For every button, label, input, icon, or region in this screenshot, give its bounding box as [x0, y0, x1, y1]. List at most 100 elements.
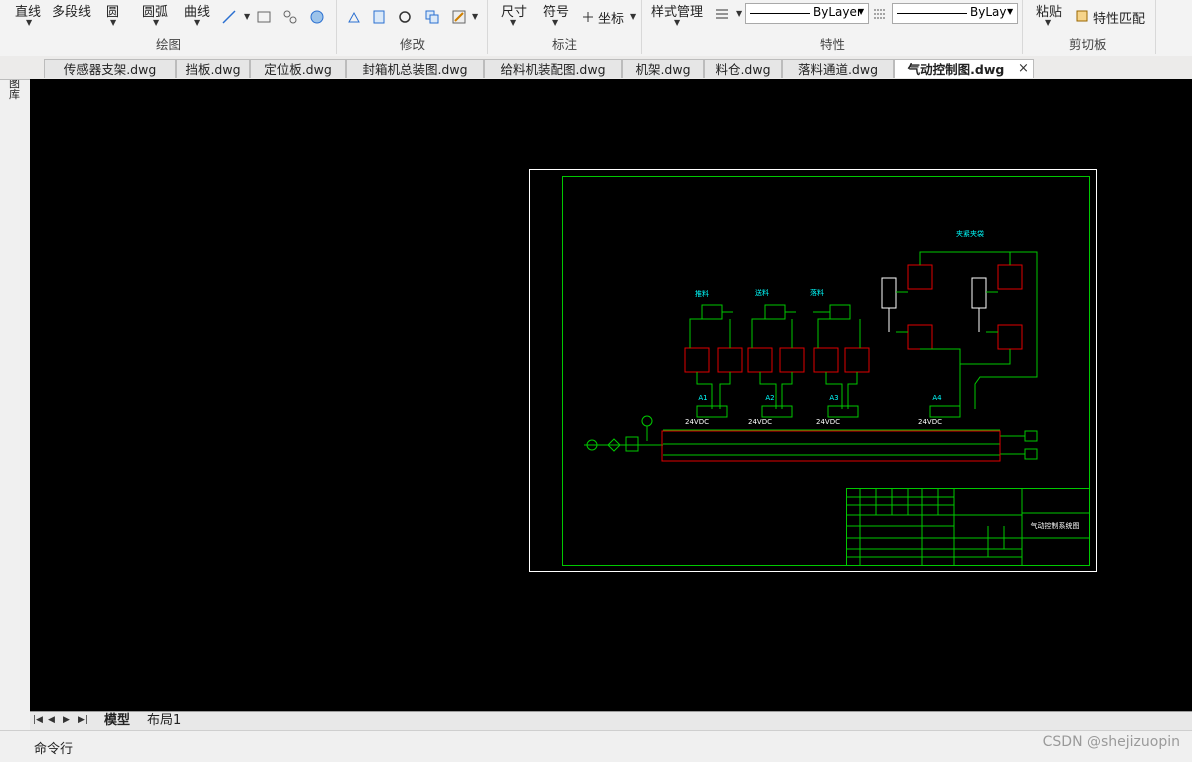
cylinder — [829, 304, 851, 320]
draw-group-label: 绘图 — [156, 37, 182, 52]
linetype-select[interactable]: ByLayer ▼ — [745, 3, 869, 24]
flow-valve — [907, 264, 933, 290]
clipboard-group-label: 剪切板 — [1069, 37, 1107, 52]
flow-valve — [997, 264, 1023, 290]
stretch-icon[interactable] — [347, 10, 361, 24]
tab-baffle[interactable]: 挡板.dwg — [176, 59, 250, 78]
symbol-caret[interactable]: ▼ — [552, 18, 558, 27]
properties-group-label: 特性 — [820, 37, 846, 52]
drawing-canvas[interactable]: 推料 送料 落料 夹紧夹袋 A1 24VDC A2 24VDC A3 24VDC… — [30, 79, 1192, 712]
copy-icon[interactable] — [425, 10, 439, 24]
match-properties-icon — [1076, 10, 1088, 22]
command-line-label: 命令行 — [34, 742, 74, 757]
annotate-group-label: 标注 — [552, 37, 578, 52]
line-dropdown-caret[interactable]: ▼ — [26, 18, 32, 27]
valve-voltage-a4: 24VDC — [918, 418, 942, 426]
cylinder — [701, 304, 723, 320]
valve-voltage-a1: 24VDC — [685, 418, 709, 426]
tab-feeder-assembly[interactable]: 给料机装配图.dwg — [484, 59, 622, 78]
lineweight-icon[interactable] — [715, 6, 729, 20]
valve-label-a1: A1 — [698, 394, 707, 402]
solenoid-valve-group — [696, 405, 961, 418]
flow-valve-group — [684, 264, 1023, 373]
flow-valve — [907, 324, 933, 350]
modify-group-label: 修改 — [400, 37, 426, 52]
group-divider — [641, 0, 642, 54]
tab-chute[interactable]: 落料通道.dwg — [782, 59, 894, 78]
ribbon-toolbar: 直线 ▼ 多段线 圆 ▼ 圆弧 ▼ 曲线 ▼ ▼ 绘图 ▼ 修改 尺寸 ▼ 符号… — [0, 0, 1192, 57]
tab-case-sealer[interactable]: 封箱机总装图.dwg — [346, 59, 484, 78]
title-block-name: 气动控制系统图 — [1031, 521, 1080, 530]
tab-pneumatic-control[interactable]: 气动控制图.dwg — [894, 59, 1034, 78]
mirror-icon[interactable] — [372, 10, 386, 24]
flow-valve — [779, 347, 805, 373]
watermark: CSDN @shejizuopin — [1042, 734, 1180, 750]
valve-voltage-a3: 24VDC — [816, 418, 840, 426]
circle-dropdown-caret[interactable]: ▼ — [110, 18, 116, 27]
chevron-down-icon: ▼ — [1007, 7, 1014, 16]
valve-label-a2: A2 — [765, 394, 774, 402]
solenoid-valve — [827, 405, 859, 418]
solenoid-valve — [761, 405, 793, 418]
regulator-icon — [625, 436, 639, 452]
arc-dropdown-caret[interactable]: ▼ — [153, 18, 159, 27]
drawing-frame — [562, 176, 1090, 566]
flow-valve — [747, 347, 773, 373]
pressure-gauge-icon — [641, 415, 653, 427]
modify-more-caret[interactable]: ▼ — [472, 12, 478, 21]
valve-voltage-a2: 24VDC — [748, 418, 772, 426]
label-feed-material: 送料 — [755, 288, 769, 297]
coordinate-button[interactable]: 坐标 — [598, 8, 624, 27]
flow-valve — [684, 347, 710, 373]
match-properties-button[interactable]: 特性匹配 — [1093, 8, 1145, 27]
linetype-icon[interactable] — [873, 6, 887, 20]
label-clamp-bag: 夹紧夹袋 — [956, 229, 984, 238]
layout-tab-bar: |◀ ◀ ▶ ▶| 模型 布局1 — [30, 711, 1192, 730]
chevron-down-icon: ▼ — [858, 7, 865, 16]
rectangle-icon[interactable] — [257, 10, 271, 24]
lineweight-select[interactable]: ByLay ▼ — [892, 3, 1018, 24]
valve-label-a4: A4 — [932, 394, 942, 402]
tab-sensor-bracket[interactable]: 传感器支架.dwg — [44, 59, 176, 78]
draw-more-caret[interactable]: ▼ — [244, 12, 250, 21]
tab-locating-plate[interactable]: 定位板.dwg — [250, 59, 346, 78]
command-line-panel[interactable]: 命令行 — [0, 730, 1192, 762]
document-tab-bar: 传感器支架.dwg 挡板.dwg 定位板.dwg 封箱机总装图.dwg 给料机装… — [0, 56, 1192, 80]
solenoid-valve — [929, 405, 961, 418]
style-manager-caret[interactable]: ▼ — [674, 18, 680, 27]
paste-caret[interactable]: ▼ — [1045, 18, 1051, 27]
label-drop-material: 落料 — [810, 288, 824, 297]
piping — [584, 251, 1038, 462]
next-layout-icon[interactable]: ▶ — [63, 715, 70, 725]
prev-layout-icon[interactable]: ◀ — [48, 715, 55, 725]
rotate-icon[interactable] — [398, 10, 412, 24]
polyline-tool-button[interactable]: 多段线 — [52, 1, 91, 20]
tab-frame[interactable]: 机架.dwg — [622, 59, 704, 78]
valve-label-a3: A3 — [829, 394, 838, 402]
flow-valve — [717, 347, 743, 373]
tab-silo[interactable]: 料仓.dwg — [704, 59, 782, 78]
tab-layout1[interactable]: 布局1 — [147, 712, 181, 729]
dimension-caret[interactable]: ▼ — [510, 18, 516, 27]
lineweight-caret[interactable]: ▼ — [736, 9, 742, 18]
cylinder-vertical — [881, 277, 897, 309]
left-side-panel: 图库 — [0, 56, 30, 711]
close-icon[interactable]: × — [1018, 61, 1029, 76]
first-layout-icon[interactable]: |◀ — [33, 715, 43, 725]
linetype-preview — [750, 13, 810, 14]
region-icon[interactable] — [310, 10, 324, 24]
library-label[interactable]: 图库 — [9, 78, 22, 100]
curve-dropdown-caret[interactable]: ▼ — [194, 18, 200, 27]
group-divider — [1155, 0, 1156, 54]
line-icon[interactable] — [222, 10, 236, 24]
edit-icon[interactable] — [452, 10, 466, 24]
hatch-icon[interactable] — [283, 10, 297, 24]
flow-valve — [997, 324, 1023, 350]
last-layout-icon[interactable]: ▶| — [78, 715, 88, 725]
coordinate-caret[interactable]: ▼ — [630, 12, 636, 21]
sheet-border — [529, 169, 1097, 572]
tab-model[interactable]: 模型 — [104, 712, 130, 729]
linetype-value: ByLayer — [813, 5, 862, 19]
group-divider — [336, 0, 337, 54]
coordinate-icon — [583, 12, 593, 22]
